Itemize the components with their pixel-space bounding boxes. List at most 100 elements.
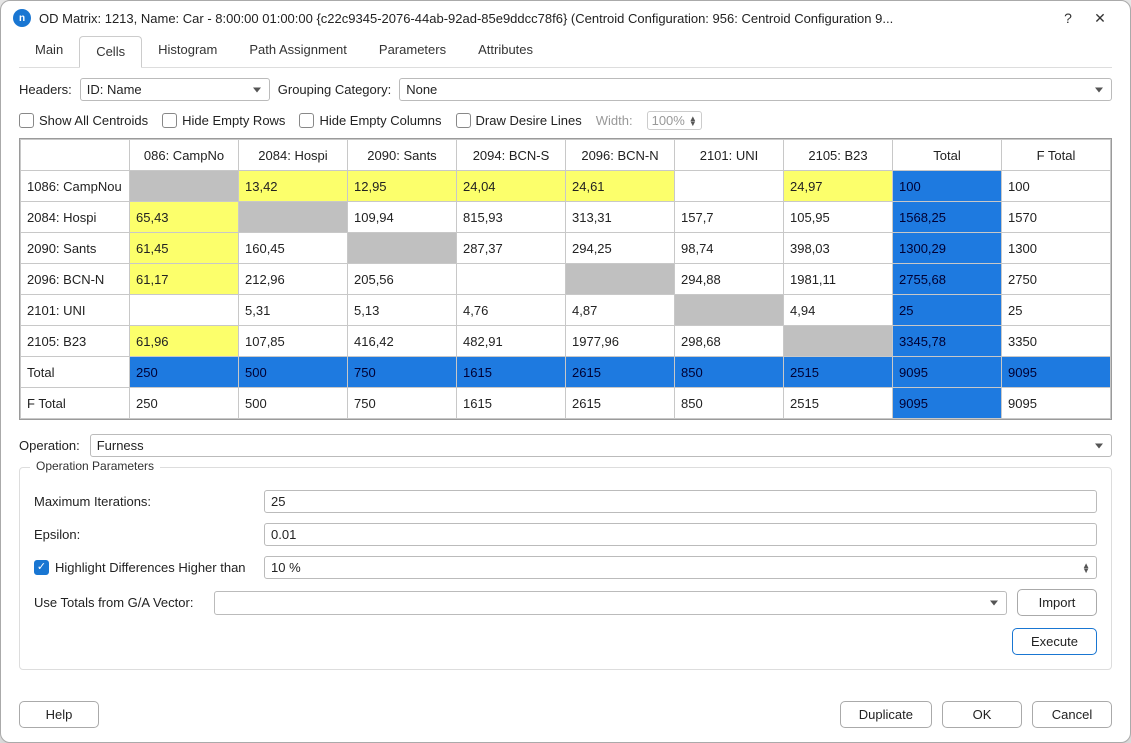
matrix-cell[interactable]: 298,68 <box>675 326 784 357</box>
highlight-checkbox[interactable] <box>34 560 49 575</box>
matrix-cell[interactable]: 294,25 <box>566 233 675 264</box>
duplicate-button[interactable]: Duplicate <box>840 701 932 728</box>
matrix-cell[interactable]: 100 <box>1002 171 1111 202</box>
matrix-cell[interactable] <box>675 295 784 326</box>
matrix-cell[interactable]: 9095 <box>893 388 1002 419</box>
matrix-cell[interactable]: 24,97 <box>784 171 893 202</box>
matrix-cell[interactable] <box>784 326 893 357</box>
row-header[interactable]: 2101: UNI <box>21 295 130 326</box>
column-header[interactable]: 2090: Sants <box>348 140 457 171</box>
matrix-cell[interactable]: 250 <box>130 388 239 419</box>
tab-path-assignment[interactable]: Path Assignment <box>233 35 363 67</box>
highlight-threshold-input[interactable]: 10 % ▲▼ <box>264 556 1097 579</box>
matrix-cell[interactable]: 500 <box>239 388 348 419</box>
matrix-cell[interactable]: 1568,25 <box>893 202 1002 233</box>
matrix-cell[interactable]: 750 <box>348 357 457 388</box>
matrix-cell[interactable] <box>457 264 566 295</box>
column-header[interactable]: F Total <box>1002 140 1111 171</box>
row-header[interactable]: Total <box>21 357 130 388</box>
matrix-cell[interactable]: 2755,68 <box>893 264 1002 295</box>
matrix-cell[interactable] <box>348 233 457 264</box>
row-header[interactable]: 2096: BCN-N <box>21 264 130 295</box>
matrix-cell[interactable]: 1615 <box>457 388 566 419</box>
matrix-cell[interactable]: 61,45 <box>130 233 239 264</box>
matrix-cell[interactable]: 157,7 <box>675 202 784 233</box>
matrix-cell[interactable]: 1977,96 <box>566 326 675 357</box>
show-all-centroids-checkbox[interactable]: Show All Centroids <box>19 113 148 128</box>
matrix-cell[interactable]: 5,13 <box>348 295 457 326</box>
help-button[interactable]: Help <box>19 701 99 728</box>
column-header[interactable]: 086: CampNo <box>130 140 239 171</box>
ok-button[interactable]: OK <box>942 701 1022 728</box>
matrix-cell[interactable]: 98,74 <box>675 233 784 264</box>
matrix-cell[interactable]: 1981,11 <box>784 264 893 295</box>
matrix-cell[interactable]: 294,88 <box>675 264 784 295</box>
matrix-cell[interactable]: 212,96 <box>239 264 348 295</box>
matrix-cell[interactable] <box>675 171 784 202</box>
matrix-cell[interactable]: 3350 <box>1002 326 1111 357</box>
cancel-button[interactable]: Cancel <box>1032 701 1112 728</box>
matrix-cell[interactable]: 750 <box>348 388 457 419</box>
matrix-cell[interactable]: 61,96 <box>130 326 239 357</box>
draw-desire-lines-checkbox[interactable]: Draw Desire Lines <box>456 113 582 128</box>
matrix-cell[interactable]: 398,03 <box>784 233 893 264</box>
matrix-cell[interactable]: 2515 <box>784 357 893 388</box>
hide-empty-rows-checkbox[interactable]: Hide Empty Rows <box>162 113 285 128</box>
matrix-cell[interactable]: 313,31 <box>566 202 675 233</box>
matrix-cell[interactable] <box>130 171 239 202</box>
matrix-cell[interactable]: 1300 <box>1002 233 1111 264</box>
matrix-cell[interactable] <box>239 202 348 233</box>
matrix-cell[interactable]: 205,56 <box>348 264 457 295</box>
matrix-cell[interactable]: 25 <box>1002 295 1111 326</box>
matrix-cell[interactable]: 107,85 <box>239 326 348 357</box>
matrix-cell[interactable]: 250 <box>130 357 239 388</box>
matrix-cell[interactable]: 2615 <box>566 357 675 388</box>
tab-cells[interactable]: Cells <box>79 36 142 68</box>
tab-attributes[interactable]: Attributes <box>462 35 549 67</box>
import-button[interactable]: Import <box>1017 589 1097 616</box>
column-header[interactable]: 2101: UNI <box>675 140 784 171</box>
headers-select[interactable]: ID: Name <box>80 78 270 101</box>
vector-select[interactable] <box>214 591 1007 615</box>
column-header[interactable]: 2105: B23 <box>784 140 893 171</box>
width-spinner[interactable]: 100% ▲▼ <box>647 111 702 130</box>
matrix-cell[interactable]: 287,37 <box>457 233 566 264</box>
matrix-cell[interactable]: 4,94 <box>784 295 893 326</box>
matrix-cell[interactable]: 9095 <box>893 357 1002 388</box>
matrix-cell[interactable]: 500 <box>239 357 348 388</box>
hide-empty-columns-checkbox[interactable]: Hide Empty Columns <box>299 113 441 128</box>
epsilon-input[interactable]: 0.01 <box>264 523 1097 546</box>
operation-select[interactable]: Furness <box>90 434 1112 457</box>
help-icon[interactable]: ? <box>1052 10 1084 26</box>
matrix-cell[interactable]: 65,43 <box>130 202 239 233</box>
column-header[interactable]: 2094: BCN-S <box>457 140 566 171</box>
matrix-cell[interactable] <box>566 264 675 295</box>
matrix-cell[interactable]: 25 <box>893 295 1002 326</box>
row-header[interactable]: 2090: Sants <box>21 233 130 264</box>
row-header[interactable]: F Total <box>21 388 130 419</box>
matrix-cell[interactable]: 9095 <box>1002 388 1111 419</box>
column-header[interactable]: 2084: Hospi <box>239 140 348 171</box>
tab-main[interactable]: Main <box>19 35 79 67</box>
execute-button[interactable]: Execute <box>1012 628 1097 655</box>
matrix-cell[interactable]: 482,91 <box>457 326 566 357</box>
matrix-cell[interactable]: 3345,78 <box>893 326 1002 357</box>
matrix-cell[interactable]: 2750 <box>1002 264 1111 295</box>
matrix-cell[interactable]: 2615 <box>566 388 675 419</box>
max-iterations-input[interactable]: 25 <box>264 490 1097 513</box>
column-header[interactable]: 2096: BCN-N <box>566 140 675 171</box>
matrix-cell[interactable]: 1615 <box>457 357 566 388</box>
tab-histogram[interactable]: Histogram <box>142 35 233 67</box>
matrix-cell[interactable]: 850 <box>675 388 784 419</box>
grouping-select[interactable]: None <box>399 78 1112 101</box>
matrix-cell[interactable]: 24,61 <box>566 171 675 202</box>
matrix-cell[interactable]: 9095 <box>1002 357 1111 388</box>
matrix-cell[interactable]: 2515 <box>784 388 893 419</box>
matrix-cell[interactable]: 160,45 <box>239 233 348 264</box>
matrix-cell[interactable]: 5,31 <box>239 295 348 326</box>
matrix-cell[interactable]: 4,76 <box>457 295 566 326</box>
matrix-cell[interactable] <box>130 295 239 326</box>
row-header[interactable]: 1086: CampNou <box>21 171 130 202</box>
matrix-cell[interactable]: 1570 <box>1002 202 1111 233</box>
row-header[interactable]: 2105: B23 <box>21 326 130 357</box>
